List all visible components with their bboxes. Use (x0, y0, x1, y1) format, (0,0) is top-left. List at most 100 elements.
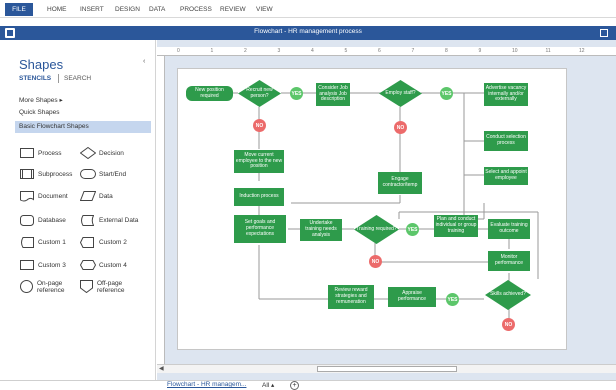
more-shapes-menu[interactable]: More Shapes ▸ (19, 96, 63, 104)
ribbon: FILE HOME INSERT DESIGN DATA PROCESS REV… (0, 0, 616, 18)
yes-connector[interactable]: YES (290, 87, 303, 100)
restore-window-icon[interactable] (600, 29, 608, 37)
vertical-ruler (157, 56, 165, 364)
employ-staff-decision[interactable]: Employ staff? (379, 80, 422, 107)
tab-process[interactable]: PROCESS (180, 3, 212, 16)
yes-connector[interactable]: YES (440, 87, 453, 100)
tab-home[interactable]: HOME (47, 3, 67, 16)
shapes-pane-title: Shapes (19, 57, 64, 72)
sheet-tab-flowchart[interactable]: Flowchart - HR managem... (167, 381, 246, 388)
plan-conduct-training[interactable]: Plan and conduct individual or group tra… (434, 215, 478, 237)
no-connector[interactable]: NO (394, 121, 407, 134)
yes-connector[interactable]: YES (406, 223, 419, 236)
ruler-mark: 10 (512, 48, 518, 54)
ruler-mark: 3 (277, 48, 281, 54)
new-position-required[interactable]: New position required (186, 86, 233, 101)
stencil-label: Custom 1 (38, 239, 66, 246)
document-shape-icon (20, 191, 34, 202)
stencil-label: Custom 2 (99, 239, 127, 246)
stencil-label: Subprocess (38, 171, 73, 178)
decision-label: Employ staff? (385, 89, 416, 96)
custom-1-shape-icon (21, 237, 34, 248)
tab-view[interactable]: VIEW (256, 3, 273, 16)
appraise-performance[interactable]: Appraise performance (388, 287, 436, 307)
add-page-icon[interactable]: + (290, 381, 299, 390)
scroll-left-icon[interactable]: ◀ (159, 365, 164, 372)
no-connector[interactable]: NO (502, 318, 515, 331)
decision-label: Training required? (356, 225, 397, 232)
move-current-employee[interactable]: Move current employee to the new positio… (234, 150, 284, 173)
stencil-label: Database (38, 217, 66, 224)
ruler-mark: 11 (545, 48, 551, 54)
custom-4-shape-icon (80, 260, 96, 270)
training-required-decision[interactable]: Training required? (354, 215, 399, 244)
no-connector[interactable]: NO (369, 255, 382, 268)
custom-3-shape-icon (20, 260, 34, 270)
ruler-mark: 4 (311, 48, 314, 54)
ruler-mark: 6 (378, 48, 381, 54)
external-data-shape-icon (81, 215, 94, 226)
ruler-mark: 0 (177, 48, 180, 54)
ruler-mark: 7 (411, 48, 415, 54)
drawing-canvas[interactable]: 0 1 2 3 4 5 6 7 8 9 10 11 12 New positio… (157, 40, 616, 380)
chevron-right-icon: ▸ (59, 97, 63, 104)
yes-connector[interactable]: YES (446, 293, 459, 306)
select-and-appoint-employee[interactable]: Select and appoint employee (484, 167, 528, 185)
scrollbar-thumb[interactable] (317, 366, 457, 372)
skills-achieved-decision[interactable]: Skills achieved? (485, 280, 531, 310)
monitor-performance[interactable]: Monitor performance (488, 251, 530, 271)
quick-shapes-item[interactable]: Quick Shapes (19, 109, 59, 116)
tab-divider (58, 74, 59, 83)
horizontal-scrollbar[interactable]: ◀ (157, 364, 616, 373)
consider-job-analysis[interactable]: Consider Job analysis Job description (316, 83, 350, 106)
on-page-reference-shape-icon (20, 280, 33, 293)
drawing-page[interactable]: New position required Recruit new person… (177, 68, 567, 350)
ruler-mark: 9 (478, 48, 482, 54)
stencil-label: Document (38, 193, 68, 200)
file-tab[interactable]: FILE (5, 3, 33, 16)
off-page-reference-shape-icon (80, 280, 93, 293)
stencil-label: Start/End (99, 171, 127, 178)
collapse-pane-icon[interactable]: ‹ (143, 58, 145, 65)
conduct-selection-process[interactable]: Conduct selection process (484, 131, 528, 151)
decision-label: Skills achieved? (490, 291, 526, 298)
tab-insert[interactable]: INSERT (80, 3, 104, 16)
process-shape-icon (20, 148, 34, 158)
ruler-mark: 1 (210, 48, 214, 54)
ruler-mark: 2 (244, 48, 247, 54)
ruler-mark: 12 (579, 48, 585, 54)
advertise-vacancy[interactable]: Advertise vacancy internally and/or exte… (484, 83, 528, 106)
decision-shape-icon (80, 147, 96, 159)
basic-flowchart-shapes-item[interactable]: Basic Flowchart Shapes (15, 121, 151, 133)
stencil-label: Process (38, 150, 62, 157)
recruit-new-person-decision[interactable]: Recruit new person? (238, 80, 281, 107)
ruler-mark: 5 (344, 48, 348, 54)
set-goals[interactable]: Set goals and performance expectations (234, 215, 286, 243)
subprocess-shape-icon (20, 169, 34, 179)
horizontal-ruler: 0 1 2 3 4 5 6 7 8 9 10 11 12 (157, 47, 616, 56)
sheet-tab-bar: Flowchart - HR managem... All ▴ + (0, 380, 616, 390)
stencil-label: Custom 3 (38, 262, 66, 269)
more-shapes-label: More Shapes (19, 97, 58, 104)
engage-contractor[interactable]: Engage contractor/temp (378, 172, 422, 194)
stencil-label: On-page reference (37, 280, 65, 295)
database-shape-icon (20, 215, 34, 226)
tab-design[interactable]: DESIGN (115, 3, 140, 16)
induction-process[interactable]: Induction process (234, 188, 284, 206)
undertake-training-analysis[interactable]: Undertake training needs analysis (300, 219, 342, 241)
tab-stencils[interactable]: STENCILS (19, 75, 51, 82)
no-connector[interactable]: NO (253, 119, 266, 132)
tab-review[interactable]: REVIEW (220, 3, 246, 16)
title-bar: Flowchart - HR management process (0, 26, 616, 40)
stencil-label: Decision (99, 150, 124, 157)
start-end-shape-icon (80, 169, 96, 179)
stencil-label: External Data (99, 217, 139, 224)
all-pages-dropdown[interactable]: All ▴ (262, 381, 274, 389)
tab-data[interactable]: DATA (149, 3, 165, 16)
ruler-mark: 8 (445, 48, 448, 54)
stencil-label: Data (99, 193, 113, 200)
custom-2-shape-icon (80, 237, 94, 248)
tab-search[interactable]: SEARCH (64, 75, 91, 82)
evaluate-training-outcome[interactable]: Evaluate training outcome (488, 219, 530, 239)
review-reward-strategies[interactable]: Review reward strategies and remuneratio… (328, 285, 374, 309)
